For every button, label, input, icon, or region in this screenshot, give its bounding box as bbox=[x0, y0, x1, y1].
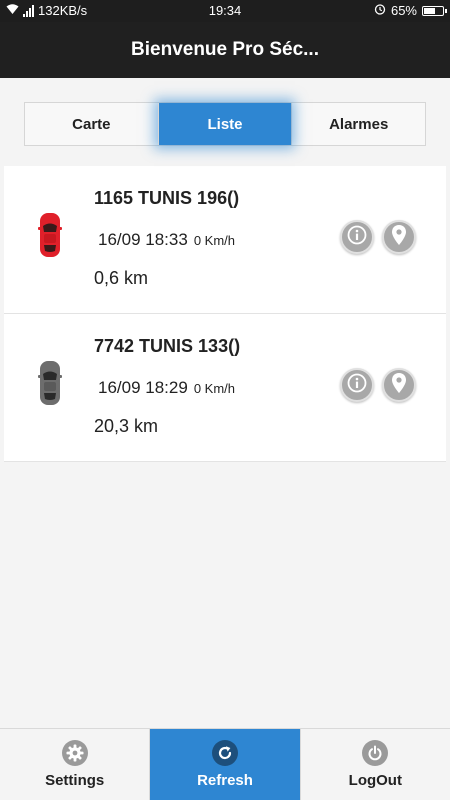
vehicle-datetime: 16/09 18:33 bbox=[98, 230, 188, 249]
logout-button[interactable]: LogOut bbox=[299, 729, 450, 800]
locate-button[interactable] bbox=[382, 220, 416, 254]
vehicle-list: 1165 TUNIS 196() 16/09 18:33 0 Km/h 0,6 k… bbox=[4, 166, 446, 462]
map-pin-icon bbox=[391, 372, 407, 399]
list-item[interactable]: 1165 TUNIS 196() 16/09 18:33 0 Km/h 0,6 k… bbox=[4, 166, 446, 314]
locate-button[interactable] bbox=[382, 368, 416, 402]
vehicle-distance: 20,3 km bbox=[94, 416, 159, 436]
vehicle-name: 7742 TUNIS 133() bbox=[94, 336, 241, 356]
gear-icon bbox=[61, 740, 88, 766]
power-icon bbox=[362, 740, 389, 766]
red-car-icon bbox=[38, 212, 62, 263]
app-header: Bienvenue Pro Séc... bbox=[0, 22, 450, 78]
info-icon bbox=[347, 373, 367, 398]
info-icon bbox=[347, 225, 367, 250]
status-bar: 132KB/s 19:34 65% bbox=[0, 0, 450, 22]
status-right: 65% bbox=[374, 3, 447, 18]
settings-button[interactable]: Settings bbox=[0, 729, 149, 800]
list-item[interactable]: 7742 TUNIS 133() 16/09 18:29 0 Km/h 20,3 … bbox=[4, 314, 446, 462]
vehicle-speed: 0 Km/h bbox=[193, 381, 235, 396]
vehicle-timestamp: 16/09 18:33 0 Km/h bbox=[98, 230, 235, 250]
gray-car-icon bbox=[38, 360, 62, 411]
refresh-label: Refresh bbox=[197, 772, 253, 789]
vehicle-datetime: 16/09 18:29 bbox=[98, 378, 188, 397]
view-tabs: Carte Liste Alarmes bbox=[24, 102, 426, 146]
vehicle-name: 1165 TUNIS 196() bbox=[94, 188, 240, 208]
tab-liste[interactable]: Liste bbox=[157, 103, 292, 145]
vehicle-speed: 0 Km/h bbox=[193, 233, 235, 248]
vehicle-distance: 0,6 km bbox=[94, 268, 149, 288]
refresh-icon bbox=[211, 740, 238, 766]
refresh-button[interactable]: Refresh bbox=[149, 729, 300, 800]
alarm-clock-icon bbox=[374, 3, 386, 18]
battery-icon bbox=[422, 5, 447, 16]
settings-label: Settings bbox=[45, 772, 105, 789]
logout-label: LogOut bbox=[348, 772, 402, 789]
info-button[interactable] bbox=[340, 220, 374, 254]
battery-percent: 65% bbox=[390, 3, 417, 18]
tab-alarmes[interactable]: Alarmes bbox=[291, 103, 425, 145]
info-button[interactable] bbox=[340, 368, 374, 402]
bottom-bar: Settings Refresh LogOut bbox=[0, 728, 450, 800]
vehicle-timestamp: 16/09 18:29 0 Km/h bbox=[98, 378, 235, 398]
map-pin-icon bbox=[391, 224, 407, 251]
tab-carte[interactable]: Carte bbox=[25, 103, 158, 145]
page-title: Bienvenue Pro Séc... bbox=[131, 39, 319, 60]
